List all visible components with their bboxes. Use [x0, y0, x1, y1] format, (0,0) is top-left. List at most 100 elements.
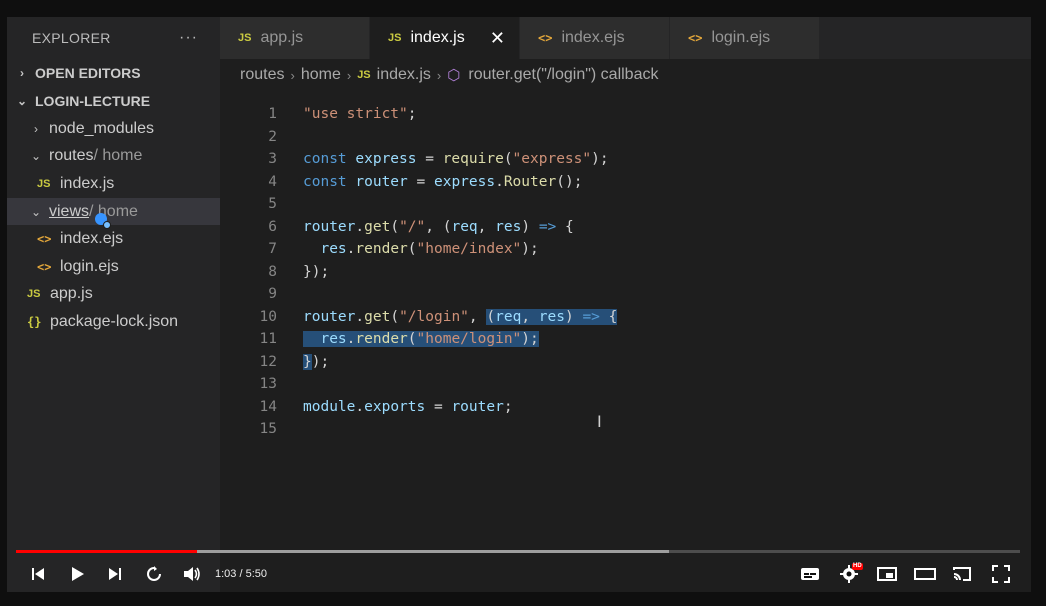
replay-icon[interactable]	[143, 560, 165, 588]
line-number: 8	[268, 263, 277, 280]
play-icon[interactable]	[66, 560, 88, 588]
code-editor[interactable]: 1 "use strict"; 2 3 const express = require(…	[220, 89, 1031, 544]
breadcrumb-item[interactable]: index.js	[377, 66, 431, 84]
code-line[interactable]: 2	[220, 126, 1020, 149]
close-icon[interactable]: ✕	[490, 28, 505, 49]
tree-item-label: routes	[49, 147, 94, 165]
line-number: 13	[259, 376, 277, 392]
code-line[interactable]: 12});	[220, 351, 1020, 374]
tree-item-views[interactable]: ⌄ views / home	[7, 197, 220, 226]
tree-item-routes[interactable]: ⌄ routes / home	[7, 143, 220, 171]
code-line[interactable]: 10 router.get("/login", (req, res) => {	[220, 306, 1020, 329]
line-number: 9	[268, 286, 277, 302]
code-line[interactable]: 6 router.get("/", (req, res) => {	[220, 216, 1020, 239]
open-editors-label: OPEN EDITORS	[35, 65, 141, 81]
theater-mode-icon[interactable]	[913, 560, 937, 588]
code-text: });	[303, 353, 330, 370]
tree-item-package-lock[interactable]: {} package-lock.json	[7, 308, 220, 336]
chevron-down-icon: ⌄	[16, 94, 28, 108]
code-text: "use strict";	[303, 106, 417, 122]
code-line[interactable]: 3 const express = require("express");	[220, 148, 1020, 171]
time-display: 1:03 / 5:50	[215, 568, 267, 580]
code-line[interactable]: 9	[220, 283, 1020, 306]
breadcrumb-item[interactable]: home	[301, 66, 341, 84]
chevron-right-icon: ›	[346, 67, 352, 83]
line-number: 1	[268, 106, 277, 122]
code-text: router.get("/", (req, res) => {	[303, 218, 574, 235]
explorer-title: EXPLORER	[32, 30, 111, 46]
ejs-file-icon: <>	[538, 31, 553, 45]
subtitles-icon[interactable]	[799, 560, 821, 588]
code-text: });	[303, 263, 330, 280]
explorer-sidebar: EXPLORER ··· › OPEN EDITORS ⌄ LOGIN-LECT…	[7, 17, 220, 592]
line-number: 11	[259, 331, 277, 347]
tab-label: index.js	[410, 29, 465, 46]
tree-item-suffix: / home	[93, 147, 143, 165]
code-line[interactable]: 5	[220, 193, 1020, 216]
code-line[interactable]: 1 "use strict";	[220, 103, 1020, 126]
line-number: 10	[259, 308, 277, 325]
tab-index-js[interactable]: JS index.js ✕	[370, 17, 520, 59]
code-line[interactable]: 4 const router = express.Router();	[220, 171, 1020, 194]
line-number: 15	[259, 421, 277, 437]
line-number: 5	[268, 196, 277, 212]
player-controls: 1:03 / 5:50 HD	[0, 560, 1046, 590]
code-line[interactable]: 15	[220, 418, 1020, 441]
tree-item-label: package-lock.json	[50, 312, 179, 330]
lightbulb-icon[interactable]	[95, 213, 111, 229]
open-editors-section[interactable]: › OPEN EDITORS	[7, 59, 220, 87]
code-line[interactable]: 8});	[220, 261, 1020, 284]
next-icon[interactable]	[105, 560, 125, 588]
tab-app-js[interactable]: JS app.js	[220, 17, 370, 59]
json-file-icon: {}	[27, 314, 42, 329]
line-number: 6	[268, 218, 277, 235]
line-number: 12	[259, 353, 277, 370]
ellipsis-icon[interactable]: ···	[179, 29, 198, 47]
breadcrumb-item[interactable]: router.get("/login") callback	[468, 66, 658, 84]
tree-item-label: node_modules	[49, 119, 154, 137]
tab-index-ejs[interactable]: <> index.ejs	[520, 17, 670, 59]
tab-label: login.ejs	[711, 29, 771, 46]
javascript-file-icon: JS	[37, 177, 51, 190]
volume-icon[interactable]	[181, 560, 203, 588]
progress-bar[interactable]	[16, 550, 1020, 553]
cast-icon[interactable]	[951, 560, 973, 588]
line-number: 4	[268, 173, 277, 190]
tree-item-label: app.js	[50, 285, 93, 303]
tree-item-login-ejs[interactable]: <> login.ejs	[7, 253, 220, 281]
tree-item-node-modules[interactable]: › node_modules	[7, 115, 220, 143]
tree-item-label: views	[49, 202, 90, 220]
chevron-right-icon: ›	[290, 67, 295, 83]
project-section[interactable]: ⌄ LOGIN-LECTURE	[7, 87, 220, 115]
breadcrumb: routes › home › JS index.js › ⬡ router.g…	[240, 63, 658, 87]
video-frame[interactable]: EXPLORER ··· › OPEN EDITORS ⌄ LOGIN-LECT…	[7, 17, 1031, 592]
editor-tabs: JS app.js JS index.js ✕ <> index.ejs <> …	[220, 17, 1031, 59]
code-line[interactable]: 7 res.render("home/index");	[220, 238, 1020, 261]
tree-item-index-js[interactable]: JS index.js	[7, 170, 220, 198]
chevron-right-icon: ›	[20, 66, 24, 80]
line-number: 7	[268, 241, 277, 257]
tab-label: app.js	[260, 29, 304, 46]
miniplayer-icon[interactable]	[876, 560, 898, 588]
code-text: const router = express.Router();	[303, 173, 583, 190]
project-label: LOGIN-LECTURE	[35, 93, 151, 109]
chevron-right-icon: ›	[34, 121, 38, 136]
tree-item-index-ejs[interactable]: <> index.ejs	[7, 225, 220, 253]
code-line[interactable]: 13	[220, 373, 1020, 396]
javascript-file-icon: JS	[388, 32, 402, 44]
tree-item-app-js[interactable]: JS app.js	[7, 281, 220, 309]
code-text: module.exports = router;	[303, 398, 513, 415]
line-number: 14	[259, 398, 277, 415]
code-line[interactable]: 11 res.render("home/login");	[220, 328, 1020, 351]
tab-login-ejs[interactable]: <> login.ejs	[670, 17, 820, 59]
tree-item-label: index.js	[60, 174, 115, 192]
breadcrumb-item[interactable]: routes	[240, 66, 284, 84]
ejs-file-icon: <>	[37, 259, 52, 274]
code-line[interactable]: 14 module.exports = router;	[220, 396, 1020, 419]
previous-icon[interactable]	[28, 560, 48, 588]
text-cursor-icon: I	[597, 412, 602, 431]
fullscreen-icon[interactable]	[990, 560, 1012, 588]
ejs-file-icon: <>	[688, 31, 703, 45]
code-text: router.get("/login", (req, res) => {	[303, 308, 618, 325]
chevron-down-icon: ⌄	[30, 149, 42, 164]
